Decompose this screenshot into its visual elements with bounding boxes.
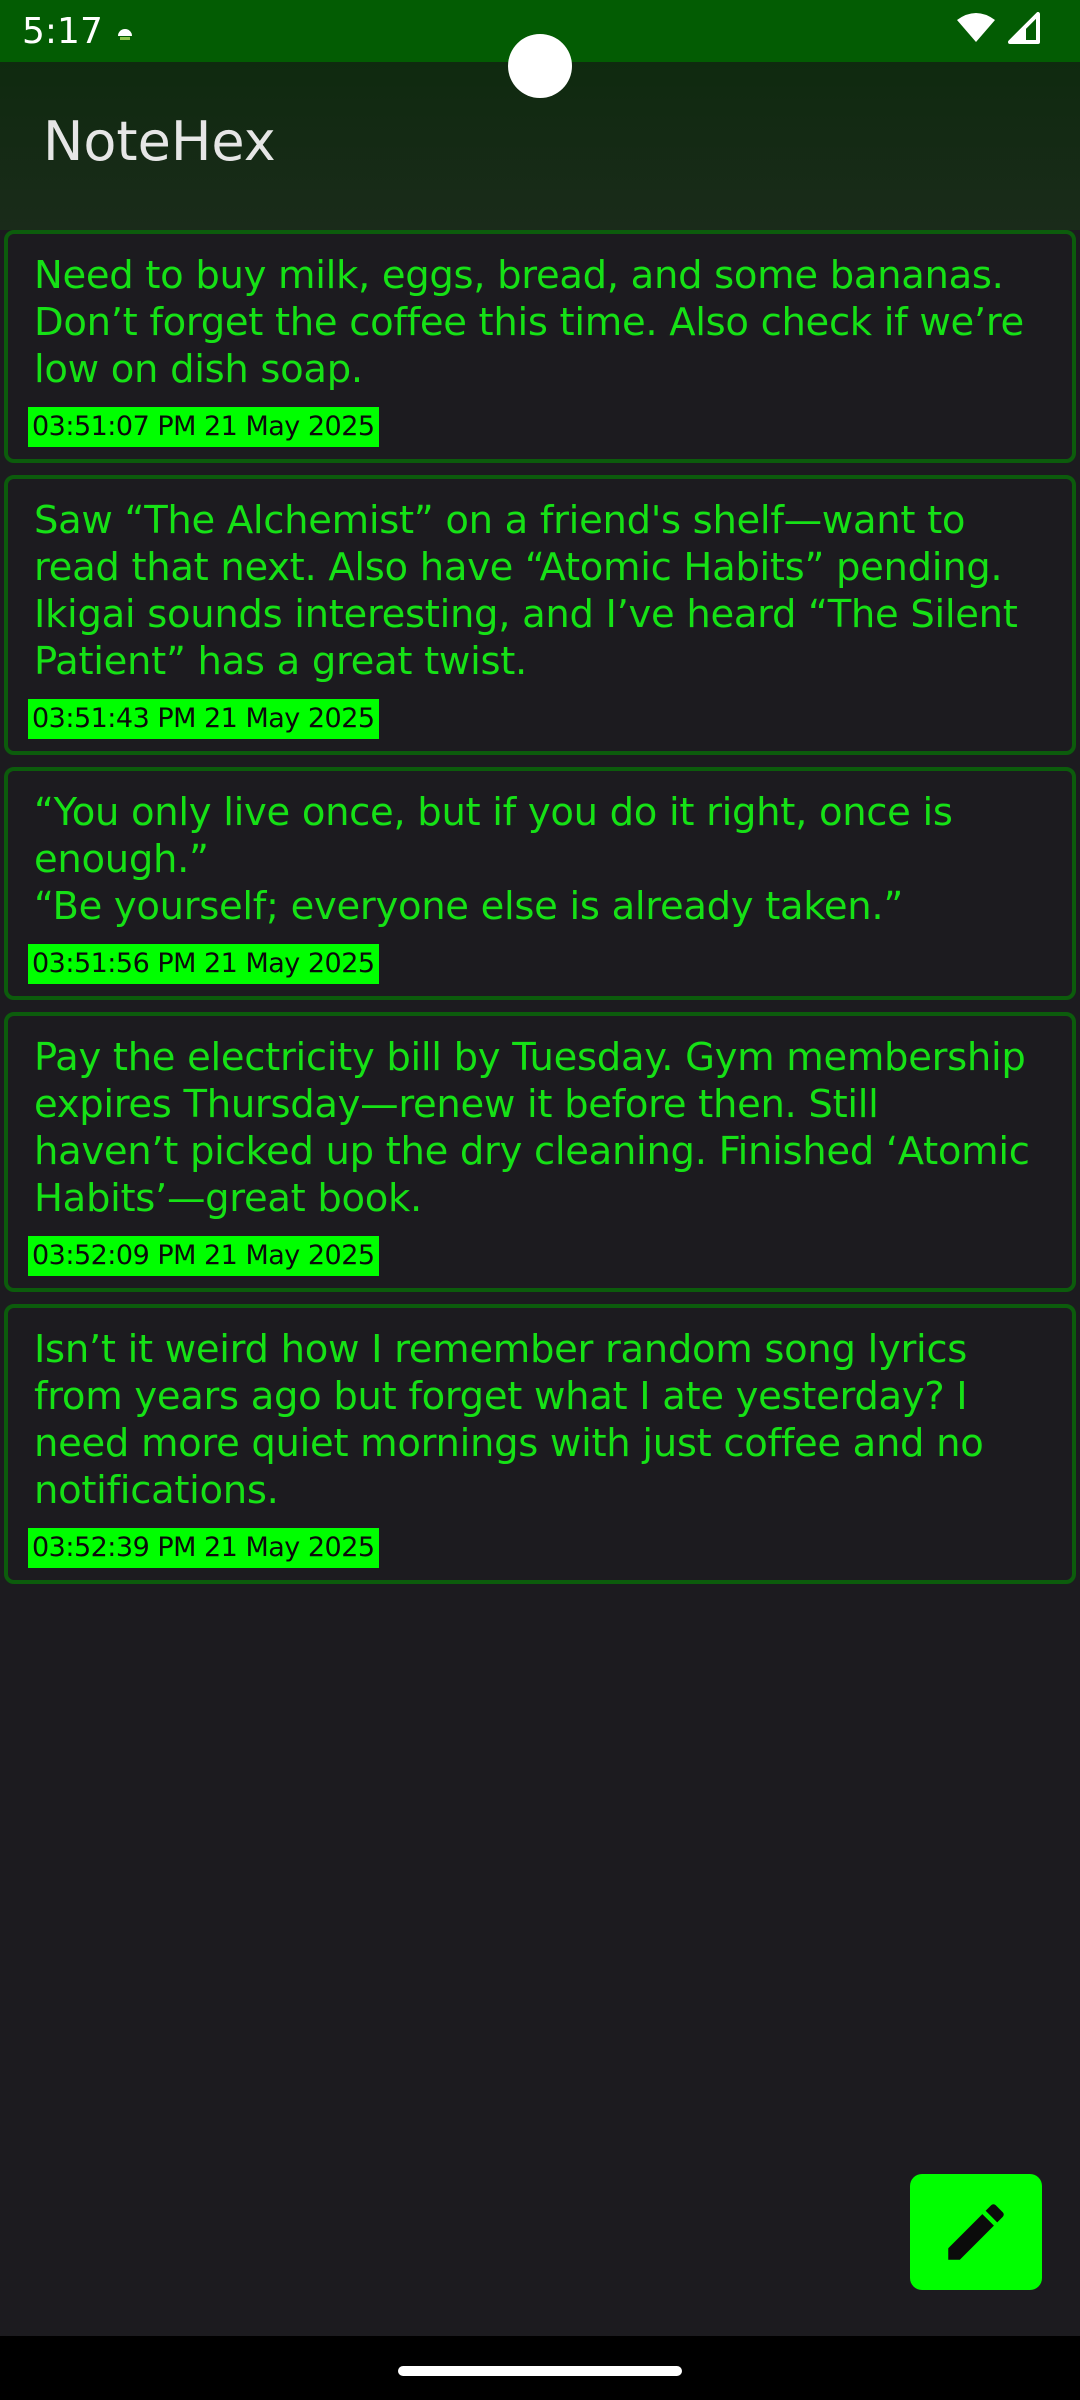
home-gesture-handle[interactable] xyxy=(398,2366,682,2376)
signal-icon xyxy=(1008,12,1040,44)
note-card[interactable]: Saw “The Alchemist” on a friend's shelf—… xyxy=(4,475,1076,755)
note-card[interactable]: Isn’t it weird how I remember random son… xyxy=(4,1304,1076,1584)
note-timestamp: 03:51:56 PM 21 May 2025 xyxy=(28,944,379,984)
notification-icon xyxy=(118,29,132,40)
note-text: Isn’t it weird how I remember random son… xyxy=(34,1327,984,1513)
note-card[interactable]: Need to buy milk, eggs, bread, and some … xyxy=(4,230,1076,463)
note-timestamp: 03:52:09 PM 21 May 2025 xyxy=(28,1236,379,1276)
edit-pencil-icon xyxy=(948,2204,1004,2260)
app-title: NoteHex xyxy=(43,110,276,173)
wifi-icon xyxy=(957,13,995,42)
note-text: “You only live once, but if you do it ri… xyxy=(34,790,953,929)
status-icons xyxy=(956,12,1040,44)
note-card[interactable]: Pay the electricity bill by Tuesday. Gym… xyxy=(4,1012,1076,1292)
new-note-button[interactable] xyxy=(910,2174,1042,2290)
note-card[interactable]: “You only live once, but if you do it ri… xyxy=(4,767,1076,1000)
note-timestamp: 03:52:39 PM 21 May 2025 xyxy=(28,1528,379,1568)
notes-list: Need to buy milk, eggs, bread, and some … xyxy=(4,230,1076,1596)
navigation-bar xyxy=(0,2336,1080,2400)
note-text: Saw “The Alchemist” on a friend's shelf—… xyxy=(34,498,1018,684)
note-timestamp: 03:51:43 PM 21 May 2025 xyxy=(28,699,379,739)
note-text: Need to buy milk, eggs, bread, and some … xyxy=(34,253,1024,392)
camera-cutout xyxy=(508,34,572,98)
note-timestamp: 03:51:07 PM 21 May 2025 xyxy=(28,407,379,447)
note-text: Pay the electricity bill by Tuesday. Gym… xyxy=(34,1035,1030,1221)
status-time: 5:17 xyxy=(22,11,103,52)
